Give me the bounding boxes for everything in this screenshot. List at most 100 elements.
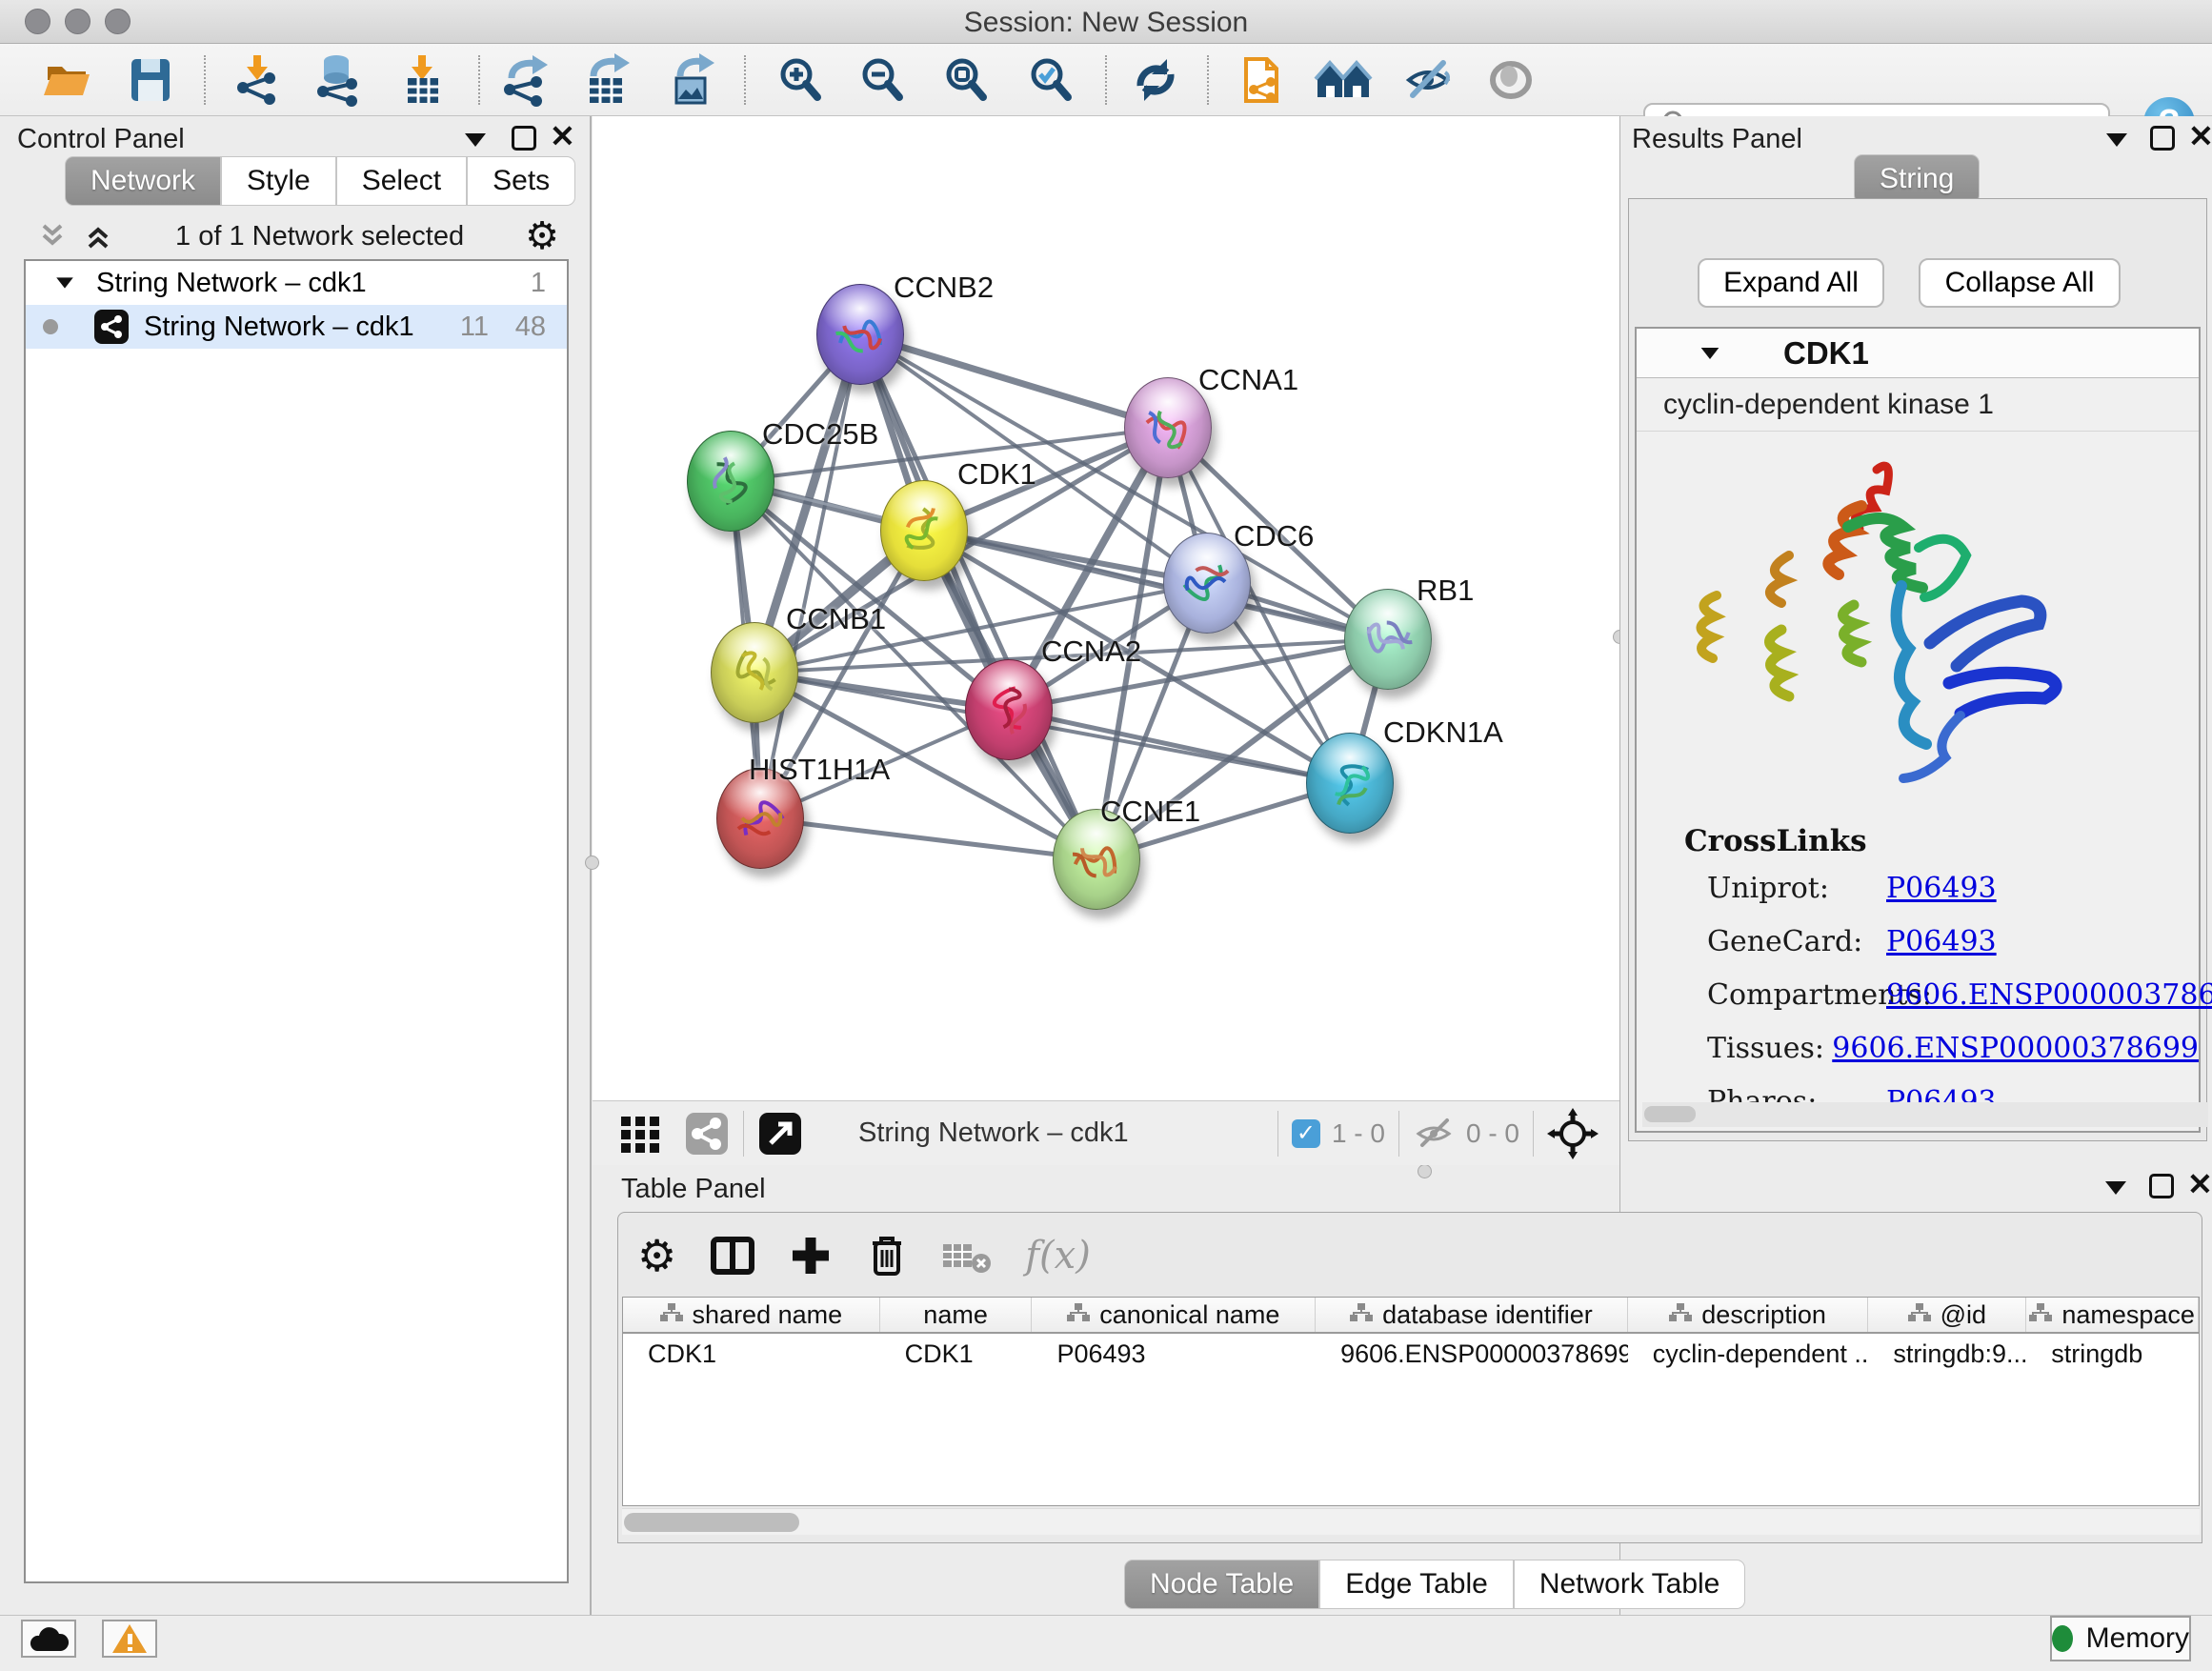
column-header-description[interactable]: description [1628,1298,1869,1332]
cell[interactable]: stringdb [2026,1334,2199,1374]
panel-close-icon[interactable]: ✕ [550,124,575,149]
node-ccnb1[interactable] [711,622,798,723]
cell[interactable]: CDK1 [623,1334,880,1374]
network-view-toolbar: String Network – cdk1 ✓ 1 - 0 0 - 0 [593,1100,1619,1165]
zoom-fit-icon[interactable] [935,51,996,109]
crosslink-link[interactable]: 9606.ENSP00000378699 [1832,1032,2199,1065]
crosslink-link[interactable]: 9606.ENSP00000378699 [1886,978,2212,1012]
panel-close-icon[interactable]: ✕ [2187,1172,2212,1197]
tree-column-icon [1350,1300,1373,1330]
show-columns-icon[interactable] [709,1232,756,1279]
main-toolbar: ? [0,44,2212,116]
cell[interactable]: cyclin-dependent ... [1628,1334,1869,1374]
status-bar: Memory [0,1615,2212,1671]
export-network-icon[interactable] [494,51,555,109]
import-table-from-file-icon[interactable] [392,51,453,109]
column-header-name[interactable]: name [880,1298,1033,1332]
tab-style[interactable]: Style [221,156,336,206]
collapse-all-chevron-icon[interactable] [36,220,69,252]
delete-table-icon[interactable] [941,1237,993,1275]
panel-float-icon[interactable] [2149,1174,2174,1198]
column-header-namespace[interactable]: namespace [2026,1298,2199,1332]
cell[interactable]: stringdb:9... [1868,1334,2026,1374]
table-hscroll-thumb[interactable] [624,1513,799,1532]
memory-status-dot-icon [2052,1625,2073,1652]
node-cdkn1a[interactable] [1306,733,1394,834]
tab-edge-table[interactable]: Edge Table [1319,1560,1514,1609]
save-session-icon[interactable] [120,51,181,109]
collection-expand-caret-icon[interactable] [56,277,73,288]
cell[interactable]: 9606.ENSP00000378699 [1316,1334,1628,1374]
network-view-share-icon[interactable] [684,1111,730,1157]
node-ccnb2[interactable] [816,284,904,385]
tab-network[interactable]: Network [65,156,221,206]
tab-network-table[interactable]: Network Table [1514,1560,1746,1609]
collapse-all-button[interactable]: Collapse All [1919,258,2121,308]
add-column-icon[interactable] [789,1234,833,1278]
network-collection-row[interactable]: String Network – cdk1 1 [26,261,567,305]
cloud-button[interactable] [21,1620,76,1658]
memory-button[interactable]: Memory [2050,1616,2191,1661]
protein-ribbon-thumbnail [727,643,782,702]
column-header-databaseidentifier[interactable]: database identifier [1316,1298,1628,1332]
import-network-from-database-icon[interactable] [308,51,369,109]
graphics-details-eye-icon[interactable] [1480,51,1541,109]
function-builder-icon[interactable]: f(x) [1025,1234,1091,1278]
network-from-document-icon[interactable] [1231,51,1292,109]
panel-float-icon[interactable] [2150,126,2175,151]
panel-menu-caret-icon[interactable] [2105,1181,2126,1195]
protein-ribbon-thumbnail [1069,830,1124,889]
detach-view-icon[interactable] [757,1111,803,1157]
table-hscrollbar[interactable] [622,1508,2200,1535]
node-ccna2[interactable] [965,659,1053,760]
expand-all-chevron-icon[interactable] [82,220,114,252]
column-header-canonicalname[interactable]: canonical name [1032,1298,1316,1332]
selected-checkbox-icon[interactable]: ✓ [1292,1119,1320,1148]
import-network-from-file-icon[interactable] [228,51,289,109]
cdk1-card-header[interactable]: CDK1 [1637,329,2199,378]
toolbar-separator [1533,1111,1534,1157]
network-canvas[interactable]: CCNB2CCNA1CDC25BCDK1CDC6RB1CCNB1CCNA2CDK… [593,116,1619,1100]
cdk1-collapse-caret-icon[interactable] [1701,348,1719,359]
column-header-sharedname[interactable]: shared name [623,1298,880,1332]
network-row[interactable]: String Network – cdk1 11 48 [26,305,567,349]
tab-sets[interactable]: Sets [467,156,575,206]
hide-eye-slash-icon[interactable] [1398,51,1458,109]
tab-node-table[interactable]: Node Table [1124,1560,1319,1609]
tab-select[interactable]: Select [336,156,467,206]
tab-string[interactable]: String [1854,154,1980,204]
delete-column-icon[interactable] [865,1232,909,1279]
node-table[interactable]: shared namenamecanonical namedatabase id… [622,1297,2200,1506]
zoom-selected-icon[interactable] [1020,51,1081,109]
panel-menu-caret-icon[interactable] [465,133,486,147]
panel-close-icon[interactable]: ✕ [2188,124,2212,149]
open-session-icon[interactable] [36,51,97,109]
export-table-icon[interactable] [576,51,637,109]
table-row[interactable]: CDK1CDK1P064939606.ENSP00000378699cyclin… [623,1334,2199,1374]
results-hscroll-thumb[interactable] [1644,1106,1696,1122]
column-header-id[interactable]: @id [1868,1298,2026,1332]
crosslink-link[interactable]: P06493 [1886,925,1997,958]
panel-menu-caret-icon[interactable] [2106,133,2127,147]
network-options-gear-icon[interactable]: ⚙ [525,214,559,258]
zoom-out-icon[interactable] [852,51,913,109]
cell[interactable]: CDK1 [880,1334,1033,1374]
panel-float-icon[interactable] [512,126,536,151]
left-splitter-handle[interactable] [585,856,599,870]
houses-icon[interactable] [1314,51,1375,109]
column-label: namespace [2061,1300,2195,1330]
results-hscrollbar[interactable] [1642,1102,2208,1127]
table-settings-gear-icon[interactable]: ⚙ [637,1230,676,1281]
node-cdk1[interactable] [880,480,968,581]
cell[interactable]: P06493 [1032,1334,1316,1374]
crosslink-link[interactable]: P06493 [1886,872,1997,905]
zoom-in-icon[interactable] [770,51,831,109]
fit-crosshair-icon[interactable] [1547,1108,1599,1159]
export-image-icon[interactable] [661,51,722,109]
refresh-icon[interactable] [1125,51,1186,109]
hidden-eye-slash-icon[interactable] [1413,1115,1457,1153]
expand-all-button[interactable]: Expand All [1698,258,1884,308]
protein-ribbon-thumbnail [1140,398,1196,457]
warning-button[interactable] [102,1620,157,1658]
grid-view-icon[interactable] [617,1109,667,1158]
